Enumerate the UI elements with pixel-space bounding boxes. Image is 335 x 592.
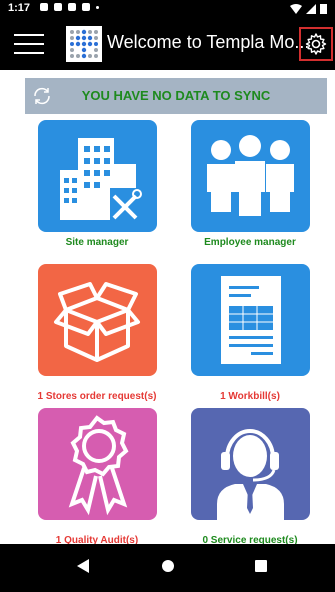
notification-icons [40, 3, 99, 11]
menu-icon[interactable] [14, 34, 44, 54]
gear-icon [305, 33, 327, 55]
quality-audit-tile[interactable] [38, 408, 157, 520]
shield-notification-icon [54, 3, 62, 11]
back-icon[interactable] [76, 558, 90, 574]
workbill-label: 1 Workbill(s) [220, 391, 280, 402]
more-notifications-icon [96, 6, 99, 9]
system-navigation-bar [0, 544, 335, 592]
box-icon [54, 282, 140, 362]
status-bar: 1:17 [0, 0, 335, 18]
image-notification-icon [68, 3, 76, 11]
employee-manager-tile[interactable] [191, 120, 310, 232]
stores-order-request-tile[interactable] [38, 264, 157, 376]
page-title: Welcome to Templa Mo... [107, 32, 310, 52]
home-icon[interactable] [161, 558, 175, 574]
status-time: 1:17 [8, 2, 31, 14]
battery-icon [320, 4, 327, 14]
sync-message: YOU HAVE NO DATA TO SYNC [81, 88, 271, 103]
building-icon [60, 138, 142, 222]
settings-button[interactable] [299, 27, 333, 61]
headset-agent-icon [217, 429, 284, 520]
recents-icon[interactable] [254, 558, 268, 574]
workbill-tile[interactable] [191, 264, 310, 376]
site-manager-label: Site manager [65, 237, 129, 248]
service-request-tile[interactable] [191, 408, 310, 520]
employee-manager-label: Employee manager [204, 237, 296, 248]
file-notification-icon [82, 3, 90, 11]
people-icon [207, 135, 294, 216]
document-icon [221, 276, 281, 364]
gear-notification-icon [40, 3, 48, 11]
site-manager-tile[interactable] [38, 120, 157, 232]
app-logo [66, 26, 102, 62]
app-bar: Welcome to Templa Mo... [0, 18, 335, 70]
signal-icon [306, 3, 316, 14]
system-icons [290, 3, 327, 14]
ribbon-icon [68, 415, 129, 516]
wifi-icon [290, 3, 302, 14]
sync-status-bar[interactable]: YOU HAVE NO DATA TO SYNC [25, 78, 327, 114]
stores-order-request-label: 1 Stores order request(s) [37, 391, 157, 402]
